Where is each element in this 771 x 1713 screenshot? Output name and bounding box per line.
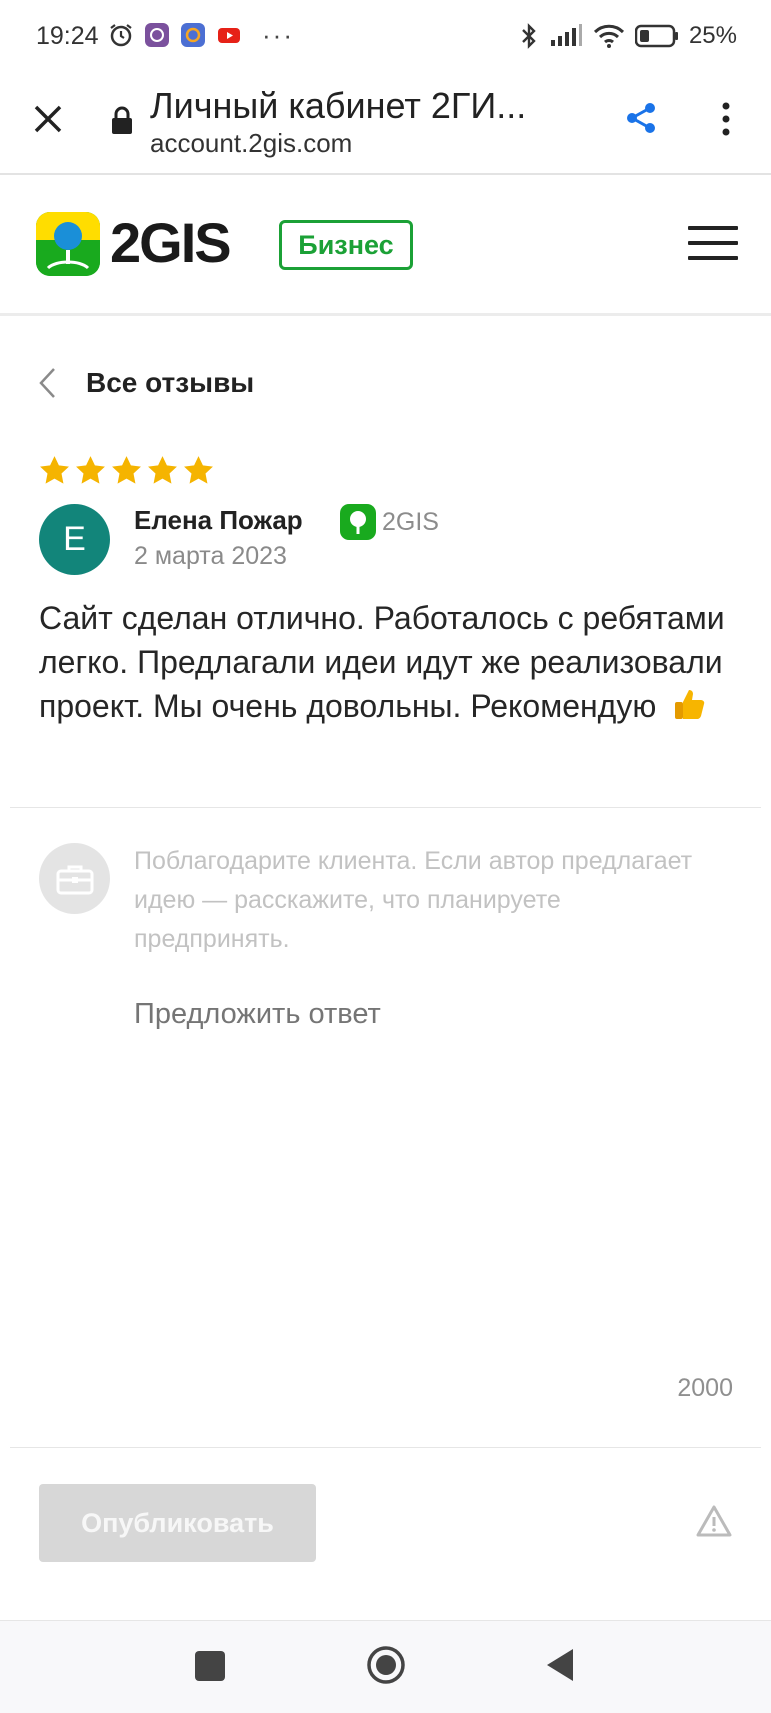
status-time: 19:24: [36, 22, 99, 50]
lock-icon: [112, 106, 132, 134]
system-navigation-bar: [0, 1621, 771, 1713]
reply-hint: Поблагодарите клиента. Если автор предла…: [134, 847, 693, 953]
2gis-logo-icon[interactable]: [36, 212, 100, 276]
signal-icon: [550, 24, 582, 46]
star-icon: [184, 456, 213, 484]
page-url[interactable]: account.2gis.com: [150, 128, 352, 159]
mail-icon: [180, 22, 206, 48]
publish-button[interactable]: Опубликовать: [39, 1484, 316, 1562]
warning-icon[interactable]: [696, 1504, 732, 1538]
site-header: 2GIS Бизнес: [0, 176, 771, 316]
char-counter: 2000: [677, 1374, 733, 1402]
more-notifications: ···: [262, 20, 294, 50]
recents-button[interactable]: [195, 1651, 225, 1681]
rating-stars: [38, 454, 215, 487]
home-button[interactable]: [366, 1645, 406, 1685]
reply-input[interactable]: [134, 998, 734, 1031]
review-text: Сайт сделан отлично. Работалось с ребята…: [39, 600, 725, 724]
star-icon: [76, 456, 105, 484]
star-icon: [112, 456, 141, 484]
review-source: 2GIS: [340, 504, 439, 540]
star-icon: [148, 456, 177, 484]
youtube-icon: [216, 22, 242, 48]
review-body: Сайт сделан отлично. Работалось с ребята…: [39, 596, 739, 728]
menu-icon[interactable]: [688, 226, 738, 262]
logo-text[interactable]: 2GIS: [110, 210, 232, 275]
more-icon[interactable]: [713, 99, 739, 139]
source-label: 2GIS: [382, 507, 439, 536]
back-label: Все отзывы: [86, 367, 255, 398]
wifi-icon: [593, 24, 625, 48]
share-icon[interactable]: [624, 101, 658, 135]
author-name: Елена Пожар: [134, 505, 303, 535]
briefcase-icon: [56, 865, 93, 894]
battery-icon: [634, 24, 678, 48]
review-date: 2 марта 2023: [134, 542, 287, 570]
browser-toolbar: Личный кабинет 2ГИ... account.2gis.com: [0, 75, 771, 175]
author-avatar: E: [39, 504, 110, 575]
bluetooth-icon: [522, 23, 536, 49]
2gis-source-icon: [340, 504, 376, 540]
chevron-left-icon: [39, 368, 55, 398]
status-bar: 19:24 ··· 25%: [0, 0, 771, 75]
battery-percent: 25%: [688, 22, 737, 49]
back-to-reviews-link[interactable]: Все отзывы: [36, 366, 254, 400]
system-icons: 25%: [519, 22, 737, 50]
close-icon[interactable]: [28, 99, 68, 139]
divider: [10, 1447, 761, 1448]
star-icon: [40, 456, 69, 484]
divider: [10, 807, 761, 808]
viber-icon: [144, 22, 170, 48]
business-badge: Бизнес: [279, 220, 413, 270]
page-title[interactable]: Личный кабинет 2ГИ...: [150, 85, 526, 127]
thumbs-up-icon: [675, 690, 705, 719]
company-avatar: [39, 843, 110, 914]
back-button[interactable]: [545, 1647, 575, 1683]
alarm-icon: [108, 22, 134, 48]
notification-icons: [108, 22, 242, 48]
